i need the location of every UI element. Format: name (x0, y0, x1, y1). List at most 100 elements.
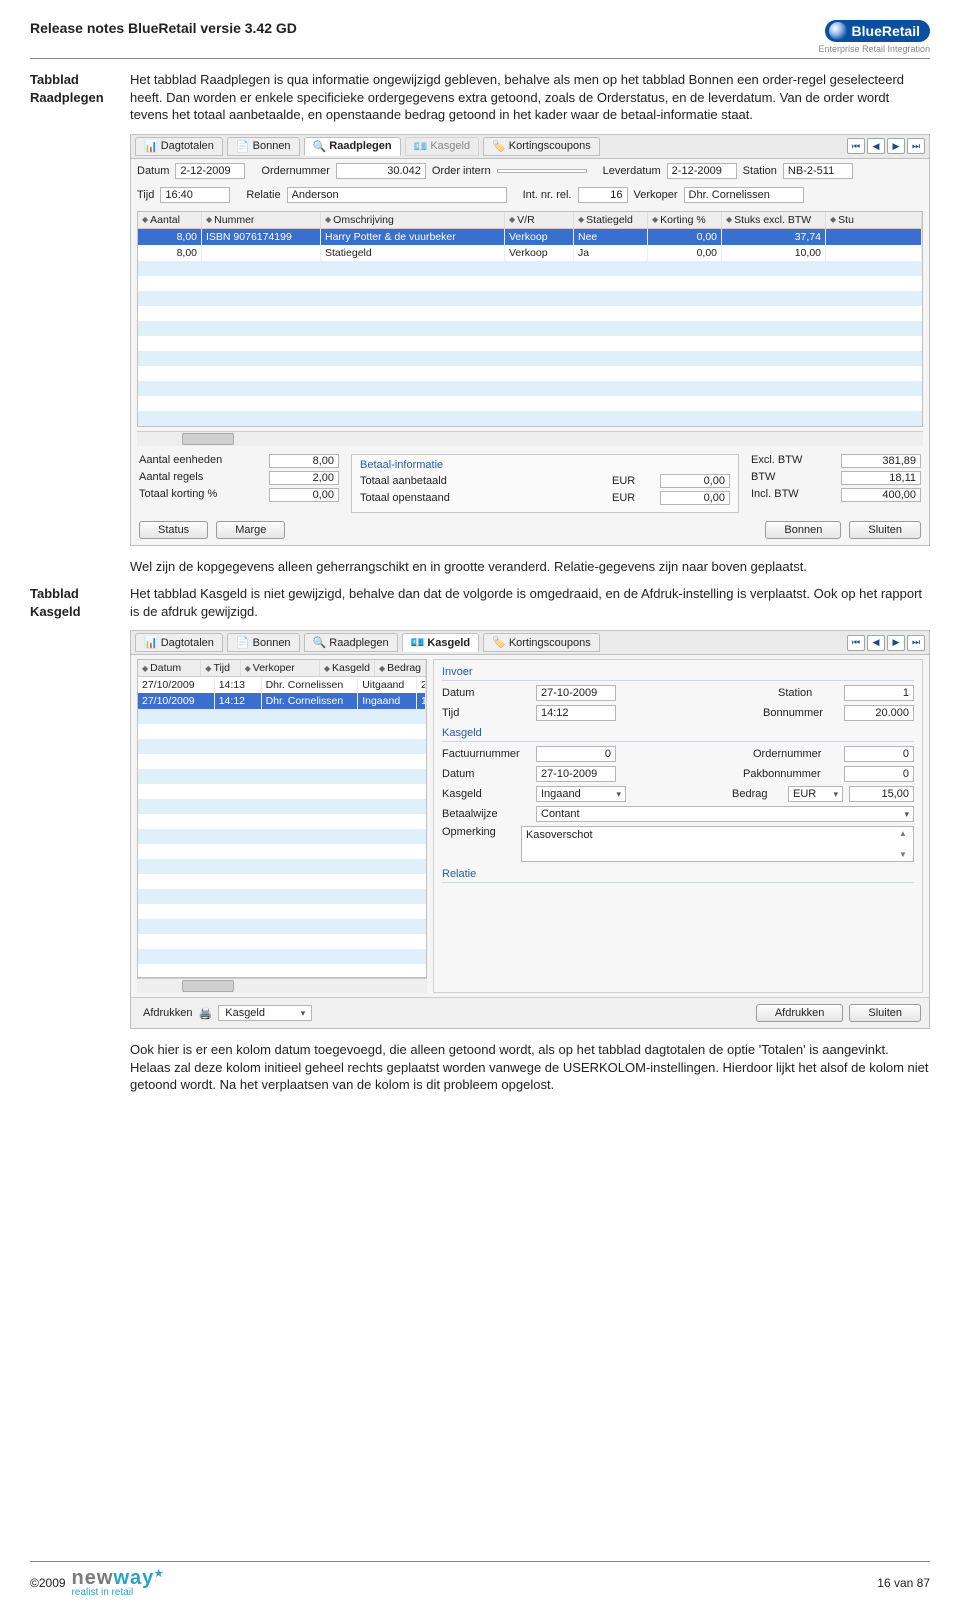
tab-kortingscoupons[interactable]: 🏷️Kortingscoupons (483, 137, 600, 156)
side-label-raadplegen: Tabblad Raadplegen (30, 71, 130, 106)
totals-right: Excl. BTW381,89 BTW18,11 Incl. BTW400,00 (751, 454, 921, 505)
select-currency[interactable]: EUR (788, 786, 843, 802)
blueretail-logo: BlueRetail Enterprise Retail Integration (818, 20, 930, 54)
section-kasgeld-detail: Kasgeld (442, 727, 914, 742)
grid-row[interactable]: 8,00 Statiegeld Verkoop Ja 0,00 10,00 (138, 245, 922, 261)
field-inclbtw: 400,00 (841, 488, 921, 502)
scroll-up-icon: ▲ (899, 829, 911, 838)
nav-next-icon[interactable]: ▶ (887, 635, 905, 651)
col-kasgeld[interactable]: Kasgeld (332, 662, 370, 674)
kasgeld-grid: ◆Datum ◆Tijd ◆Verkoper ◆Kasgeld ◆Bedrag … (137, 659, 427, 978)
col-stu[interactable]: Stu (838, 214, 854, 226)
field-invoer-tijd[interactable]: 14:12 (536, 705, 616, 721)
grid-body: 8,00 ISBN 9076174199 Harry Potter & de v… (138, 229, 922, 426)
horizontal-scrollbar-2[interactable] (137, 978, 427, 993)
col-aantal[interactable]: Aantal (150, 214, 180, 226)
field-factuur[interactable]: 0 (536, 746, 616, 762)
tab-raadplegen-2[interactable]: 🔍Raadplegen (304, 633, 398, 652)
field-exclbtw: 381,89 (841, 454, 921, 468)
print-label: Afdrukken (143, 1007, 193, 1019)
marge-button[interactable]: Marge (216, 521, 285, 539)
tab-bonnen-2[interactable]: 📄Bonnen (227, 633, 300, 652)
grid-row[interactable]: 27/10/2009 14:12 Dhr. Cornelissen Ingaan… (138, 693, 426, 709)
field-opmerking[interactable]: Kasoverschot ▲▼ (521, 826, 914, 862)
para-raadplegen: Het tabblad Raadplegen is qua informatie… (130, 71, 930, 124)
logo-subtitle: Enterprise Retail Integration (818, 44, 930, 54)
field-pakbonnummer[interactable]: 0 (844, 766, 914, 782)
page-header: Release notes BlueRetail versie 3.42 GD … (30, 20, 930, 59)
nav-last-icon[interactable]: ⏭ (907, 635, 925, 651)
field-ordernummer[interactable]: 30.042 (336, 163, 426, 179)
field-ordernummer-k[interactable]: 0 (844, 746, 914, 762)
afdrukken-button[interactable]: Afdrukken (756, 1004, 844, 1022)
field-datum[interactable]: 2-12-2009 (175, 163, 245, 179)
nav-first-icon[interactable]: ⏮ (847, 138, 865, 154)
tab-dagtotalen-2[interactable]: 📊Dagtotalen (135, 633, 223, 652)
sluiten-button[interactable]: Sluiten (849, 521, 921, 539)
logo-text-b: Retail (882, 23, 920, 39)
page-footer: ©2009 newway★ realist in retail 16 van 8… (30, 1561, 930, 1598)
field-invoer-bonnummer[interactable]: 20.000 (844, 705, 914, 721)
bonnen-button[interactable]: Bonnen (765, 521, 841, 539)
col-verkoper[interactable]: Verkoper (253, 662, 295, 674)
field-kasgeld-datum[interactable]: 27-10-2009 (536, 766, 616, 782)
tab-raadplegen[interactable]: 🔍Raadplegen (304, 137, 401, 156)
field-verkoper[interactable]: Dhr. Cornelissen (684, 187, 804, 203)
col-omschrijving[interactable]: Omschrijving (333, 214, 394, 226)
select-betaalwijze[interactable]: Contant (536, 806, 914, 822)
field-orderintern[interactable] (497, 169, 587, 173)
doc-icon: 📄 (236, 636, 250, 649)
tab-kortingscoupons-2[interactable]: 🏷️Kortingscoupons (483, 633, 600, 652)
field-leverdatum[interactable]: 2-12-2009 (667, 163, 737, 179)
print-select[interactable]: Kasgeld (218, 1005, 312, 1021)
field-invoer-datum[interactable]: 27-10-2009 (536, 685, 616, 701)
field-totaal-openstaand: 0,00 (660, 491, 730, 505)
panel-raadplegen: 📊Dagtotalen 📄Bonnen 🔍Raadplegen 💶Kasgeld… (130, 134, 930, 546)
betaal-informatie-box: Betaal-informatie Totaal aanbetaaldEUR0,… (351, 454, 739, 513)
tab-kasgeld[interactable]: 💶Kasgeld (405, 137, 479, 156)
form-row-2: Tijd 16:40 Relatie Anderson Int. nr. rel… (131, 183, 929, 207)
col-nummer[interactable]: Nummer (214, 214, 254, 226)
col-datum[interactable]: Datum (150, 662, 181, 674)
col-statiegeld[interactable]: Statiegeld (586, 214, 633, 226)
field-station[interactable]: NB-2-511 (783, 163, 853, 179)
section-invoer: Invoer (442, 666, 914, 681)
field-intnrrel[interactable]: 16 (578, 187, 628, 203)
field-relatie[interactable]: Anderson (287, 187, 507, 203)
panel-kasgeld: 📊Dagtotalen 📄Bonnen 🔍Raadplegen 💶Kasgeld… (130, 630, 930, 1029)
tab-kasgeld-2[interactable]: 💶Kasgeld (402, 633, 480, 652)
tabs-row: 📊Dagtotalen 📄Bonnen 🔍Raadplegen 💶Kasgeld… (131, 135, 929, 159)
tag-icon: 🏷️ (492, 140, 506, 153)
field-bedrag[interactable]: 15,00 (849, 786, 914, 802)
col-tijd[interactable]: Tijd (213, 662, 230, 674)
nav-prev-icon[interactable]: ◀ (867, 138, 885, 154)
nav-first-icon[interactable]: ⏮ (847, 635, 865, 651)
search-icon: 🔍 (313, 140, 327, 153)
form-row-1: Datum 2-12-2009 Ordernummer 30.042 Order… (131, 159, 929, 183)
totals-left: Aantal eenheden8,00 Aantal regels2,00 To… (139, 454, 339, 505)
copyright-year: ©2009 (30, 1576, 66, 1590)
col-korting[interactable]: Korting % (660, 214, 706, 226)
field-invoer-station[interactable]: 1 (844, 685, 914, 701)
nav-next-icon[interactable]: ▶ (887, 138, 905, 154)
nav-prev-icon[interactable]: ◀ (867, 635, 885, 651)
horizontal-scrollbar[interactable] (137, 431, 923, 446)
sluiten-button-2[interactable]: Sluiten (849, 1004, 921, 1022)
scroll-down-icon: ▼ (899, 850, 911, 859)
side-label-kasgeld: Tabblad Kasgeld (30, 585, 130, 620)
tab-dagtotalen[interactable]: 📊Dagtotalen (135, 137, 223, 156)
nav-last-icon[interactable]: ⏭ (907, 138, 925, 154)
select-kasgeld-type[interactable]: Ingaand (536, 786, 626, 802)
order-grid: ◆Aantal ◆Nummer ◆Omschrijving ◆V/R ◆Stat… (137, 211, 923, 427)
print-bar: Afdrukken 🖨️ Kasgeld Afdrukken Sluiten (131, 997, 929, 1028)
field-aantaleenheden: 8,00 (269, 454, 339, 468)
status-button[interactable]: Status (139, 521, 208, 539)
tab-bonnen[interactable]: 📄Bonnen (227, 137, 300, 156)
col-stuksexcl[interactable]: Stuks excl. BTW (734, 214, 811, 226)
col-bedrag[interactable]: Bedrag (387, 662, 421, 674)
grid-row[interactable]: 8,00 ISBN 9076174199 Harry Potter & de v… (138, 229, 922, 245)
section-relatie: Relatie (442, 868, 914, 883)
grid-row[interactable]: 27/10/2009 14:13 Dhr. Cornelissen Uitgaa… (138, 677, 426, 693)
col-vr[interactable]: V/R (517, 214, 535, 226)
field-tijd[interactable]: 16:40 (160, 187, 230, 203)
